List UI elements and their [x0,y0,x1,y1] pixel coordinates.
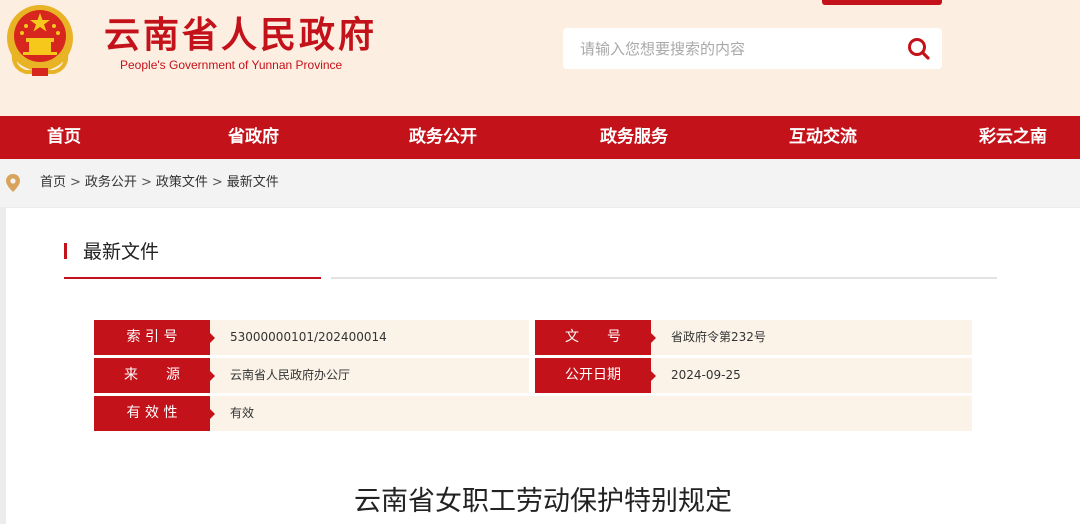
meta-label-date: 公开日期 [535,358,656,393]
site-subtitle: People's Government of Yunnan Province [120,58,343,72]
section-marker [64,243,67,259]
breadcrumb-government-affairs[interactable]: 政务公开 [85,175,137,190]
breadcrumb-separator: > [140,175,152,190]
section-underline-active [64,277,321,279]
meta-label-index: 索 引 号 [94,320,215,355]
meta-row-source: 来 源 云南省人民政府办公厅 公开日期 2024-09-25 [94,358,972,393]
nav-item-interaction[interactable]: 互动交流 [789,116,857,159]
nav-item-provincial-government[interactable]: 省政府 [228,116,279,159]
nav-item-home[interactable]: 首页 [47,116,81,159]
breadcrumb-policy-documents[interactable]: 政策文件 [156,175,208,190]
meta-label-validity: 有 效 性 [94,396,215,431]
national-emblem-icon[interactable] [4,2,76,78]
main-nav: 首页 省政府 政务公开 政务服务 互动交流 彩云之南 [0,116,1080,159]
breadcrumb-separator: > [70,175,81,190]
search-input[interactable] [563,28,893,69]
meta-value-source: 云南省人民政府办公厅 [230,368,351,382]
search-box [563,28,942,69]
nav-item-colorful-yunnan[interactable]: 彩云之南 [979,116,1047,159]
breadcrumb-trail: 首页 > 政务公开 > 政策文件 > 最新文件 [40,159,279,207]
meta-row-index: 索 引 号 53000000101/202400014 文 号 省政府令第232… [94,320,972,355]
site-header: 云南省人民政府 People's Government of Yunnan Pr… [0,0,1080,116]
section-title: 最新文件 [83,241,160,263]
breadcrumb: 首页 > 政务公开 > 政策文件 > 最新文件 [0,159,1080,207]
meta-label-source: 来 源 [94,358,215,393]
location-pin-icon [6,174,20,192]
meta-label-doc-no: 文 号 [535,320,656,355]
breadcrumb-latest-documents[interactable]: 最新文件 [227,175,279,190]
nav-item-government-services[interactable]: 政务服务 [600,116,668,159]
section-underline [331,277,997,279]
site-title[interactable]: 云南省人民政府 [104,14,377,58]
meta-value-doc-no: 省政府令第232号 [671,330,766,344]
nav-item-government-affairs[interactable]: 政务公开 [409,116,477,159]
meta-value-validity: 有效 [230,406,255,420]
top-accent-bar [822,0,942,5]
meta-row-validity: 有 效 性 有效 [94,396,972,431]
search-icon[interactable] [906,36,932,62]
breadcrumb-separator: > [211,175,223,190]
content-card: 最新文件 索 引 号 53000000101/202400014 文 号 省政府… [6,208,1080,524]
breadcrumb-home[interactable]: 首页 [40,175,66,190]
meta-value-date: 2024-09-25 [671,368,741,382]
document-title: 云南省女职工劳动保护特别规定 [354,486,732,517]
meta-value-index: 53000000101/202400014 [230,330,387,344]
